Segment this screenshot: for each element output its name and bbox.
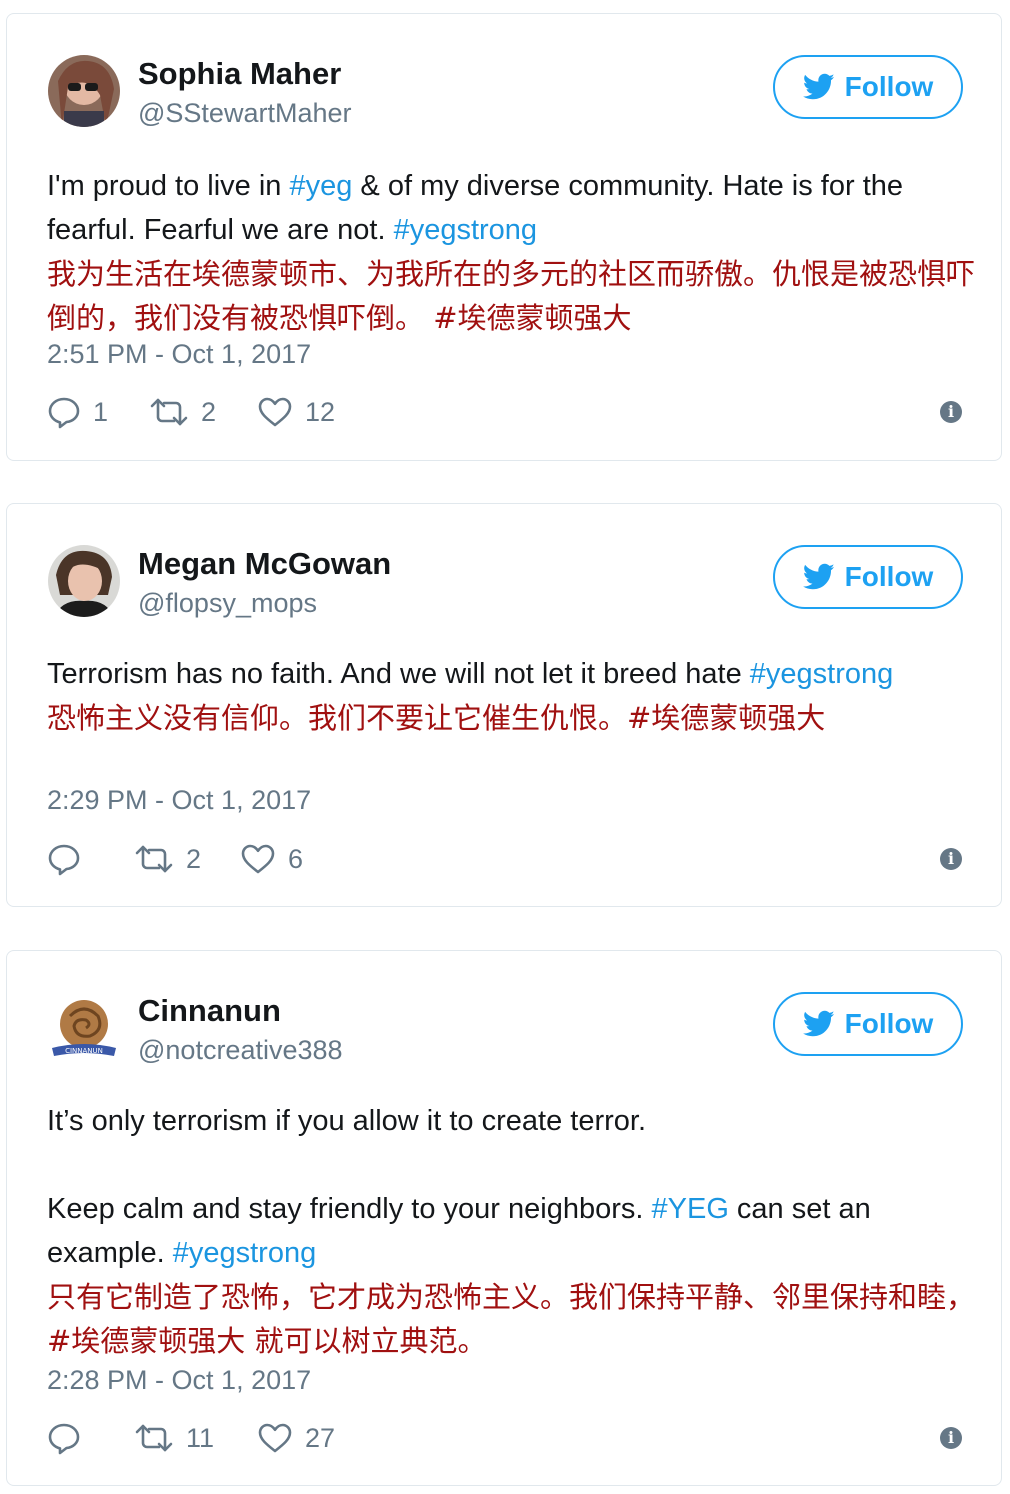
- username[interactable]: @notcreative388: [138, 1035, 343, 1066]
- follow-button[interactable]: Follow: [773, 55, 963, 119]
- follow-label: Follow: [844, 1008, 934, 1039]
- hashtag-link[interactable]: #yeg: [289, 170, 352, 202]
- tweet-card: Sophia Maher @SStewartMaher Follow I'm p…: [6, 13, 1002, 461]
- follow-label: Follow: [844, 71, 934, 102]
- chinese-translation: 只有它制造了恐怖，它才成为恐怖主义。我们保持平静、邻里保持和睦，#埃德蒙顿强大 …: [47, 1280, 976, 1358]
- chinese-translation: 恐怖主义没有信仰。我们不要让它催生仇恨。#埃德蒙顿强大: [47, 701, 826, 735]
- tweet-text-segment: I'm proud to live in: [47, 170, 290, 202]
- hashtag-link[interactable]: #YEG: [652, 1193, 729, 1225]
- chinese-translation: 我为生活在埃德蒙顿市、为我所在的多元的社区而骄傲。仇恨是被恐惧吓倒的，我们没有被…: [47, 257, 976, 335]
- heart-icon: [257, 396, 293, 428]
- follow-label: Follow: [844, 561, 934, 592]
- hashtag-link[interactable]: #yegstrong: [394, 214, 538, 246]
- like-count: 6: [288, 843, 304, 874]
- tweet-timestamp[interactable]: 2:29 PM - Oct 1, 2017: [47, 785, 311, 816]
- reply-button[interactable]: [47, 839, 93, 879]
- retweet-button[interactable]: 11: [134, 1418, 214, 1458]
- retweet-icon: [134, 844, 174, 874]
- like-count: 12: [305, 396, 336, 427]
- username[interactable]: @SStewartMaher: [138, 98, 351, 129]
- twitter-bird-icon: [803, 563, 835, 591]
- tweet-actions: 2 6 i: [47, 839, 962, 879]
- reply-count: 1: [93, 396, 109, 427]
- hashtag-link[interactable]: #yegstrong: [173, 1237, 317, 1269]
- like-button[interactable]: 6: [240, 839, 303, 879]
- heart-icon: [257, 1422, 293, 1454]
- hashtag-link[interactable]: #yegstrong: [750, 658, 894, 690]
- username[interactable]: @flopsy_mops: [138, 588, 317, 619]
- follow-button[interactable]: Follow: [773, 992, 963, 1056]
- retweet-count: 11: [186, 1422, 215, 1453]
- retweet-count: 2: [201, 396, 217, 427]
- tweet-text-segment: Keep calm and stay friendly to your neig…: [47, 1193, 652, 1225]
- display-name[interactable]: Cinnanun: [138, 993, 281, 1029]
- info-icon[interactable]: i: [940, 401, 962, 423]
- avatar[interactable]: CINNANUN: [48, 992, 120, 1064]
- retweet-button[interactable]: 2: [134, 839, 201, 879]
- retweet-icon: [149, 397, 189, 427]
- display-name[interactable]: Megan McGowan: [138, 546, 391, 582]
- tweet-timestamp[interactable]: 2:51 PM - Oct 1, 2017: [47, 339, 311, 370]
- reply-button[interactable]: [47, 1418, 93, 1458]
- tweet-text: Terrorism has no faith. And we will not …: [47, 652, 977, 740]
- retweet-icon: [134, 1423, 174, 1453]
- avatar-logo-text: CINNANUN: [65, 1047, 103, 1055]
- like-count: 27: [305, 1422, 336, 1453]
- tweet-text: I'm proud to live in #yeg & of my divers…: [47, 164, 977, 340]
- reply-icon: [47, 1421, 81, 1455]
- tweet-card: CINNANUN Cinnanun @notcreative388 Follow…: [6, 950, 1002, 1486]
- info-icon[interactable]: i: [940, 1427, 962, 1449]
- retweet-button[interactable]: 2: [149, 392, 216, 432]
- avatar[interactable]: [48, 55, 120, 127]
- tweet-text-segment: Terrorism has no faith. And we will not …: [47, 658, 750, 690]
- info-icon[interactable]: i: [940, 848, 962, 870]
- twitter-bird-icon: [803, 73, 835, 101]
- tweet-card: Megan McGowan @flopsy_mops Follow Terror…: [6, 503, 1002, 907]
- tweet-timestamp[interactable]: 2:28 PM - Oct 1, 2017: [47, 1365, 311, 1396]
- tweet-text: It’s only terrorism if you allow it to c…: [47, 1099, 977, 1363]
- reply-icon: [47, 395, 81, 429]
- retweet-count: 2: [186, 843, 202, 874]
- reply-button[interactable]: 1: [47, 392, 108, 432]
- avatar[interactable]: [48, 545, 120, 617]
- follow-button[interactable]: Follow: [773, 545, 963, 609]
- like-button[interactable]: 27: [257, 1418, 335, 1458]
- heart-icon: [240, 843, 276, 875]
- like-button[interactable]: 12: [257, 392, 335, 432]
- tweet-actions: 11 27 i: [47, 1418, 962, 1458]
- display-name[interactable]: Sophia Maher: [138, 56, 341, 92]
- twitter-bird-icon: [803, 1010, 835, 1038]
- reply-icon: [47, 842, 81, 876]
- tweet-actions: 1 2 12 i: [47, 392, 962, 432]
- tweet-text-line: It’s only terrorism if you allow it to c…: [47, 1105, 647, 1137]
